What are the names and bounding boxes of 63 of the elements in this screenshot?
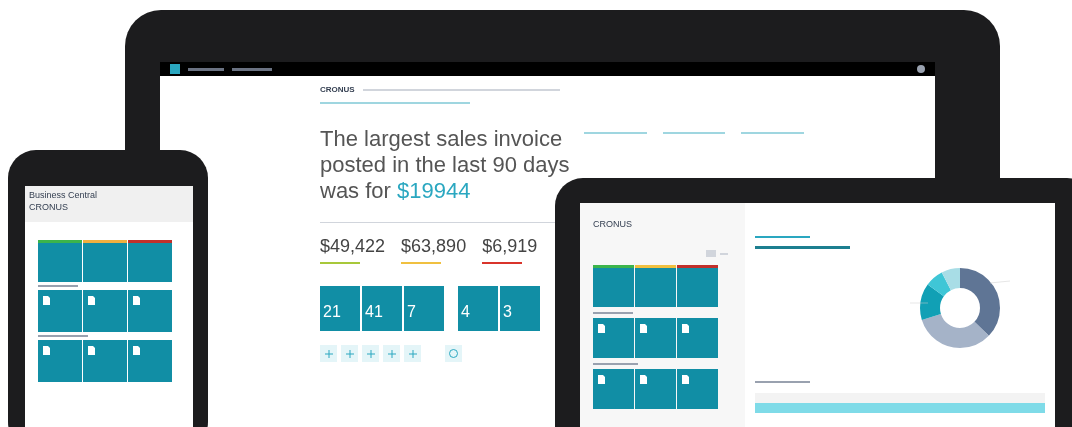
text-placeholder-line — [593, 362, 638, 365]
text-placeholder-line — [232, 67, 272, 71]
kpi-tile[interactable] — [128, 240, 172, 282]
document-icon — [43, 346, 50, 355]
kpi-tile[interactable] — [635, 264, 676, 307]
count-tile[interactable]: 3 — [500, 286, 540, 331]
document-tile[interactable] — [83, 290, 127, 332]
text-placeholder-line — [188, 67, 224, 71]
text-placeholder-line — [741, 132, 804, 134]
count-tile[interactable]: 7 — [404, 286, 444, 331]
document-tile[interactable] — [635, 368, 676, 409]
text-placeholder-line — [662, 132, 726, 134]
report-action-button[interactable] — [445, 345, 462, 362]
plus-icon — [345, 349, 354, 358]
company-name: CRONUS — [29, 201, 69, 213]
plus-icon — [366, 349, 375, 358]
document-icon — [88, 346, 95, 355]
document-icon — [598, 323, 605, 333]
document-icon — [133, 296, 140, 305]
document-tile[interactable] — [593, 368, 634, 409]
text-placeholder-line — [755, 236, 810, 238]
count-tile[interactable]: 41 — [362, 286, 402, 331]
document-icon — [133, 346, 140, 355]
document-tile[interactable] — [38, 340, 82, 382]
document-icon — [43, 296, 50, 305]
plus-icon — [324, 349, 333, 358]
document-icon — [682, 323, 689, 333]
document-tile[interactable] — [635, 317, 676, 358]
document-icon — [682, 374, 689, 384]
company-name: CRONUS — [320, 84, 355, 96]
text-placeholder-line — [593, 311, 633, 314]
kpi-value: $49,422 — [320, 235, 386, 258]
document-icon — [598, 374, 605, 384]
document-tile[interactable] — [128, 340, 172, 382]
document-tile[interactable] — [593, 317, 634, 358]
document-icon — [88, 296, 95, 305]
document-tile[interactable] — [83, 340, 127, 382]
company-name: CRONUS — [593, 218, 633, 231]
kpi-value: $63,890 — [401, 235, 467, 258]
document-icon — [640, 374, 647, 384]
app-title: Business Central — [29, 189, 99, 201]
document-icon — [640, 323, 647, 333]
kpi-value: $6,919 — [482, 235, 538, 258]
plus-icon — [387, 349, 396, 358]
text-placeholder-line — [584, 132, 647, 134]
insight-headline: The largest sales invoice posted in the last 90 days was for $19944 — [320, 126, 570, 204]
circle-icon — [449, 349, 458, 358]
kpi-tile[interactable] — [83, 240, 127, 282]
text-placeholder-line — [38, 285, 78, 287]
text-placeholder-line — [38, 335, 88, 337]
amount-link[interactable]: $19944 — [397, 178, 471, 203]
kpi-tile[interactable] — [593, 264, 634, 307]
kpi-tile[interactable] — [38, 240, 82, 282]
plus-icon — [408, 349, 417, 358]
document-tile[interactable] — [677, 317, 718, 358]
count-tile[interactable]: 4 — [458, 286, 498, 331]
document-tile[interactable] — [38, 290, 82, 332]
document-tile[interactable] — [677, 368, 718, 409]
document-tile[interactable] — [128, 290, 172, 332]
count-tile[interactable]: 21 — [320, 286, 360, 331]
kpi-tile[interactable] — [677, 264, 718, 307]
text-placeholder-line — [755, 381, 810, 383]
user-avatar-icon[interactable] — [917, 65, 925, 73]
